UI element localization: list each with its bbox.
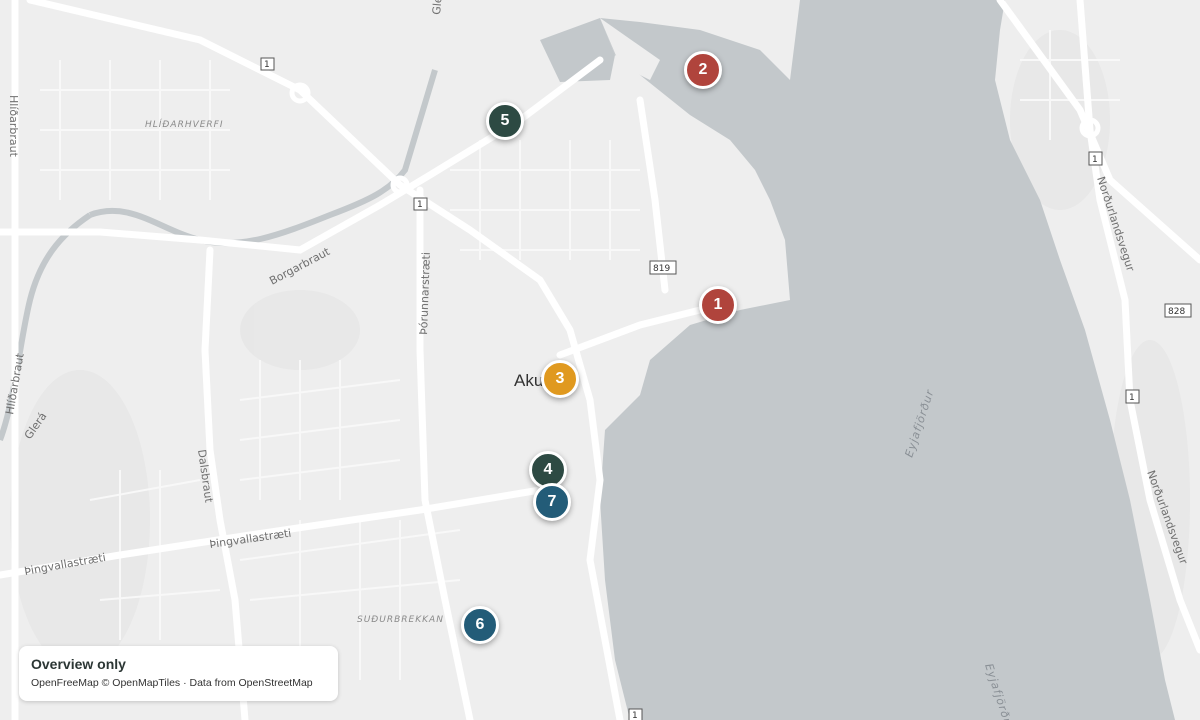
route-shield-1-east: 1: [1088, 151, 1103, 166]
svg-text:1: 1: [264, 60, 270, 70]
map-marker-7[interactable]: 7: [533, 483, 571, 521]
route-shield-1-center: 1: [413, 197, 428, 211]
svg-text:1: 1: [417, 200, 423, 210]
attribution-title: Overview only: [31, 656, 126, 672]
route-shield-819: 819: [649, 260, 677, 275]
map-canvas[interactable]: HLÍÐARHVERFI SUÐURBREKKAN Hlíðarbraut Hl…: [0, 0, 1200, 720]
district-label-hlidarhverfi: HLÍÐARHVERFI: [145, 118, 224, 130]
base-map: HLÍÐARHVERFI SUÐURBREKKAN Hlíðarbraut Hl…: [0, 0, 1200, 720]
attribution-card: Overview only OpenFreeMap © OpenMapTiles…: [19, 646, 338, 701]
map-marker-6[interactable]: 6: [461, 606, 499, 644]
svg-text:1: 1: [1092, 155, 1098, 165]
svg-text:1: 1: [1129, 393, 1135, 403]
road-label-hlidarbraut-top: Hlíðarbraut: [7, 95, 20, 158]
svg-text:828: 828: [1168, 307, 1185, 317]
route-shield-1-southeast: 1: [1125, 389, 1140, 404]
map-marker-1[interactable]: 1: [699, 286, 737, 324]
map-marker-2[interactable]: 2: [684, 51, 722, 89]
svg-text:1: 1: [632, 711, 638, 720]
attribution-credits: OpenFreeMap © OpenMapTiles · Data from O…: [31, 677, 313, 689]
route-shield-828: 828: [1164, 303, 1192, 318]
svg-text:819: 819: [653, 264, 670, 274]
map-marker-3[interactable]: 3: [541, 360, 579, 398]
route-shield-1-north: 1: [260, 57, 275, 71]
district-label-sudurbrekkan: SUÐURBREKKAN: [357, 615, 444, 625]
route-shield-1-south: 1: [628, 708, 643, 720]
map-marker-5[interactable]: 5: [486, 102, 524, 140]
